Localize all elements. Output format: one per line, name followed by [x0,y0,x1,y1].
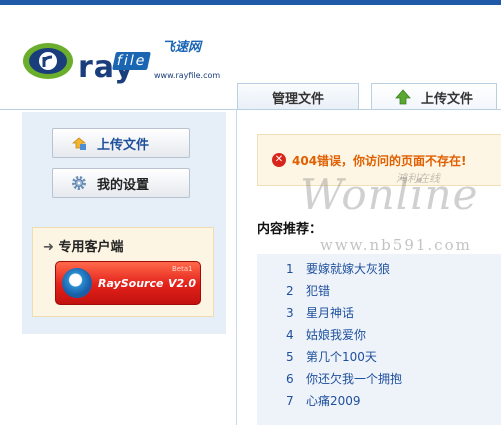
logo-mark-icon [23,43,73,79]
sidebar-divider [236,110,237,425]
raysource-name: RaySource [98,277,164,290]
list-item-link[interactable]: 星月神话 [306,306,354,320]
client-title-text: 专用客户端 [58,240,124,255]
list-item[interactable]: 4 姑娘我爱你 [286,326,366,343]
settings-button-label: 我的设置 [97,177,150,193]
tab-label: 管理文件 [271,91,324,107]
top-accent-bar [0,0,501,5]
list-item-link[interactable]: 你还欠我一个拥抱 [306,372,402,386]
rayfile-logo[interactable]: ray file 飞速网 www.rayfile.com [22,36,222,86]
logo-url: www.rayfile.com [154,71,221,80]
list-item[interactable]: 3 星月神话 [286,304,354,321]
raysource-beta-tag: Beta1 [172,265,193,273]
gear-icon [72,176,86,190]
tab-manage-files[interactable]: 管理文件 [237,83,359,110]
tab-baseline [0,109,501,110]
upload-button[interactable]: 上传文件 [52,128,190,158]
error-x-icon: ✕ [272,153,286,167]
list-item-link[interactable]: 姑娘我爱你 [306,328,366,342]
list-item[interactable]: 5 第几个100天 [286,348,377,365]
raysource-version: V2.0 [168,277,196,290]
list-item[interactable]: 7 心痛2009 [286,392,361,409]
tab-label: 上传文件 [420,91,473,107]
list-item-link[interactable]: 心痛2009 [306,394,361,408]
recommend-title: 内容推荐： [257,222,323,237]
list-item[interactable]: 1 要嫁就嫁大灰狼 [286,260,390,277]
logo-brand-file: file [112,52,152,70]
list-item[interactable]: 2 犯错 [286,282,330,299]
upload-button-label: 上传文件 [97,137,150,153]
settings-button[interactable]: 我的设置 [52,168,190,198]
recommend-list: 1 要嫁就嫁大灰狼 2 犯错 3 星月神话 4 姑娘我爱你 5 第几个100天 6 你还欠我… [257,254,501,425]
list-item[interactable]: 6 你还欠我一个拥抱 [286,370,402,387]
upload-icon [71,137,87,150]
raysource-download-button[interactable]: Beta1 RaySource V2.0 [55,261,201,305]
green-up-arrow-icon [395,89,411,105]
logo-chinese-name: 飞速网 [162,40,202,55]
arrow-right-icon: ➜ [43,240,54,255]
list-item-link[interactable]: 要嫁就嫁大灰狼 [306,262,390,276]
list-item-link[interactable]: 犯错 [306,284,330,298]
watermark-site: www.nb591.com [320,236,472,254]
client-box-title: ➜ 专用客户端 [43,236,123,255]
error-message-text: 404错误，你访问的页面不存在! [292,154,467,168]
raysource-logo-icon [62,268,92,298]
error-message-box: ✕ 404错误，你访问的页面不存在! [257,134,501,186]
tab-upload-files[interactable]: 上传文件 [371,83,497,110]
client-download-box: ➜ 专用客户端 Beta1 RaySource V2.0 [32,227,214,317]
list-item-link[interactable]: 第几个100天 [306,350,377,364]
